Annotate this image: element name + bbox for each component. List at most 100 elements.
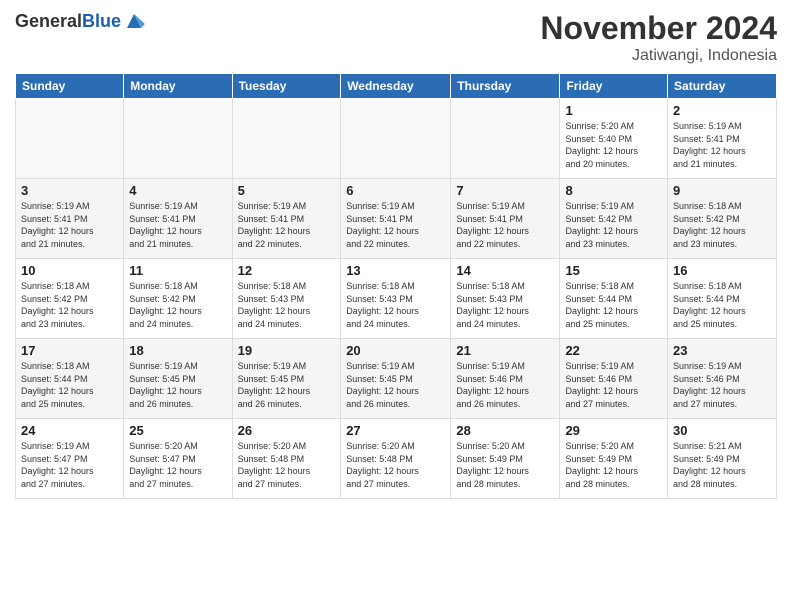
- day-number: 12: [238, 263, 336, 278]
- calendar-cell: 3 Sunrise: 5:19 AM Sunset: 5:41 PM Daylig…: [16, 179, 124, 259]
- calendar-cell: 30 Sunrise: 5:21 AM Sunset: 5:49 PM Dayli…: [668, 419, 777, 499]
- calendar-cell: 22 Sunrise: 5:19 AM Sunset: 5:46 PM Dayli…: [560, 339, 668, 419]
- day-info: Sunrise: 5:18 AM Sunset: 5:44 PM Dayligh…: [673, 280, 771, 330]
- day-number: 8: [565, 183, 662, 198]
- col-thursday: Thursday: [451, 74, 560, 99]
- day-info: Sunrise: 5:18 AM Sunset: 5:44 PM Dayligh…: [21, 360, 118, 410]
- day-info: Sunrise: 5:19 AM Sunset: 5:47 PM Dayligh…: [21, 440, 118, 490]
- day-number: 4: [129, 183, 226, 198]
- calendar-cell: 1Sunrise: 5:20 AM Sunset: 5:40 PM Daylig…: [560, 99, 668, 179]
- calendar-cell: 23 Sunrise: 5:19 AM Sunset: 5:46 PM Dayli…: [668, 339, 777, 419]
- title-section: November 2024 Jatiwangi, Indonesia: [540, 10, 777, 65]
- day-number: 16: [673, 263, 771, 278]
- day-info: Sunrise: 5:19 AM Sunset: 5:46 PM Dayligh…: [565, 360, 662, 410]
- calendar-cell: 17 Sunrise: 5:18 AM Sunset: 5:44 PM Dayli…: [16, 339, 124, 419]
- day-info: Sunrise: 5:20 AM Sunset: 5:49 PM Dayligh…: [565, 440, 662, 490]
- calendar-cell: 7 Sunrise: 5:19 AM Sunset: 5:41 PM Daylig…: [451, 179, 560, 259]
- day-number: 17: [21, 343, 118, 358]
- day-number: 30: [673, 423, 771, 438]
- day-number: 22: [565, 343, 662, 358]
- day-number: 19: [238, 343, 336, 358]
- day-number: 1: [565, 103, 662, 118]
- col-saturday: Saturday: [668, 74, 777, 99]
- calendar-cell: 11 Sunrise: 5:18 AM Sunset: 5:42 PM Dayli…: [124, 259, 232, 339]
- day-number: 21: [456, 343, 554, 358]
- day-number: 14: [456, 263, 554, 278]
- day-info: Sunrise: 5:19 AM Sunset: 5:41 PM Dayligh…: [673, 120, 771, 170]
- calendar-cell: [232, 99, 341, 179]
- calendar-cell: 15Sunrise: 5:18 AM Sunset: 5:44 PM Dayli…: [560, 259, 668, 339]
- day-info: Sunrise: 5:18 AM Sunset: 5:42 PM Dayligh…: [21, 280, 118, 330]
- day-number: 7: [456, 183, 554, 198]
- calendar-cell: 8 Sunrise: 5:19 AM Sunset: 5:42 PM Daylig…: [560, 179, 668, 259]
- day-info: Sunrise: 5:19 AM Sunset: 5:46 PM Dayligh…: [673, 360, 771, 410]
- calendar-cell: 4Sunrise: 5:19 AM Sunset: 5:41 PM Daylig…: [124, 179, 232, 259]
- day-info: Sunrise: 5:19 AM Sunset: 5:45 PM Dayligh…: [238, 360, 336, 410]
- day-info: Sunrise: 5:19 AM Sunset: 5:41 PM Dayligh…: [456, 200, 554, 250]
- logo: GeneralBlue: [15, 10, 145, 32]
- calendar-week-row: 10Sunrise: 5:18 AM Sunset: 5:42 PM Dayli…: [16, 259, 777, 339]
- day-number: 3: [21, 183, 118, 198]
- page-container: GeneralBlue November 2024 Jatiwangi, Ind…: [0, 0, 792, 509]
- day-info: Sunrise: 5:20 AM Sunset: 5:48 PM Dayligh…: [238, 440, 336, 490]
- calendar-cell: 13 Sunrise: 5:18 AM Sunset: 5:43 PM Dayli…: [341, 259, 451, 339]
- calendar-cell: 28 Sunrise: 5:20 AM Sunset: 5:49 PM Dayli…: [451, 419, 560, 499]
- day-info: Sunrise: 5:18 AM Sunset: 5:42 PM Dayligh…: [129, 280, 226, 330]
- day-info: Sunrise: 5:19 AM Sunset: 5:45 PM Dayligh…: [346, 360, 445, 410]
- calendar-cell: 25 Sunrise: 5:20 AM Sunset: 5:47 PM Dayli…: [124, 419, 232, 499]
- calendar-week-row: 3 Sunrise: 5:19 AM Sunset: 5:41 PM Daylig…: [16, 179, 777, 259]
- day-info: Sunrise: 5:19 AM Sunset: 5:42 PM Dayligh…: [565, 200, 662, 250]
- calendar-cell: 24 Sunrise: 5:19 AM Sunset: 5:47 PM Dayli…: [16, 419, 124, 499]
- day-number: 6: [346, 183, 445, 198]
- calendar-cell: 26 Sunrise: 5:20 AM Sunset: 5:48 PM Dayli…: [232, 419, 341, 499]
- day-info: Sunrise: 5:19 AM Sunset: 5:41 PM Dayligh…: [238, 200, 336, 250]
- day-number: 25: [129, 423, 226, 438]
- day-info: Sunrise: 5:20 AM Sunset: 5:47 PM Dayligh…: [129, 440, 226, 490]
- calendar-cell: 19 Sunrise: 5:19 AM Sunset: 5:45 PM Dayli…: [232, 339, 341, 419]
- calendar-week-row: 24 Sunrise: 5:19 AM Sunset: 5:47 PM Dayli…: [16, 419, 777, 499]
- col-monday: Monday: [124, 74, 232, 99]
- page-header: GeneralBlue November 2024 Jatiwangi, Ind…: [15, 10, 777, 65]
- day-info: Sunrise: 5:18 AM Sunset: 5:42 PM Dayligh…: [673, 200, 771, 250]
- calendar-cell: 18 Sunrise: 5:19 AM Sunset: 5:45 PM Dayli…: [124, 339, 232, 419]
- day-info: Sunrise: 5:19 AM Sunset: 5:41 PM Dayligh…: [21, 200, 118, 250]
- day-number: 26: [238, 423, 336, 438]
- calendar-cell: 12 Sunrise: 5:18 AM Sunset: 5:43 PM Dayli…: [232, 259, 341, 339]
- day-info: Sunrise: 5:18 AM Sunset: 5:43 PM Dayligh…: [238, 280, 336, 330]
- calendar-table: Sunday Monday Tuesday Wednesday Thursday…: [15, 73, 777, 499]
- month-title: November 2024: [540, 10, 777, 47]
- day-info: Sunrise: 5:19 AM Sunset: 5:41 PM Dayligh…: [346, 200, 445, 250]
- day-number: 18: [129, 343, 226, 358]
- calendar-header-row: Sunday Monday Tuesday Wednesday Thursday…: [16, 74, 777, 99]
- col-sunday: Sunday: [16, 74, 124, 99]
- calendar-cell: 21Sunrise: 5:19 AM Sunset: 5:46 PM Dayli…: [451, 339, 560, 419]
- calendar-cell: [124, 99, 232, 179]
- calendar-week-row: 1Sunrise: 5:20 AM Sunset: 5:40 PM Daylig…: [16, 99, 777, 179]
- logo-icon: [123, 10, 145, 32]
- calendar-cell: 14 Sunrise: 5:18 AM Sunset: 5:43 PM Dayli…: [451, 259, 560, 339]
- day-number: 28: [456, 423, 554, 438]
- calendar-cell: 2 Sunrise: 5:19 AM Sunset: 5:41 PM Daylig…: [668, 99, 777, 179]
- day-number: 15: [565, 263, 662, 278]
- day-info: Sunrise: 5:18 AM Sunset: 5:43 PM Dayligh…: [456, 280, 554, 330]
- location: Jatiwangi, Indonesia: [540, 47, 777, 65]
- day-number: 20: [346, 343, 445, 358]
- day-info: Sunrise: 5:20 AM Sunset: 5:49 PM Dayligh…: [456, 440, 554, 490]
- day-number: 23: [673, 343, 771, 358]
- day-number: 24: [21, 423, 118, 438]
- day-number: 2: [673, 103, 771, 118]
- calendar-cell: 6 Sunrise: 5:19 AM Sunset: 5:41 PM Daylig…: [341, 179, 451, 259]
- col-friday: Friday: [560, 74, 668, 99]
- day-number: 13: [346, 263, 445, 278]
- day-info: Sunrise: 5:20 AM Sunset: 5:48 PM Dayligh…: [346, 440, 445, 490]
- logo-general-text: GeneralBlue: [15, 11, 121, 32]
- day-info: Sunrise: 5:18 AM Sunset: 5:43 PM Dayligh…: [346, 280, 445, 330]
- day-number: 9: [673, 183, 771, 198]
- day-number: 11: [129, 263, 226, 278]
- day-info: Sunrise: 5:19 AM Sunset: 5:45 PM Dayligh…: [129, 360, 226, 410]
- col-wednesday: Wednesday: [341, 74, 451, 99]
- calendar-cell: [16, 99, 124, 179]
- day-info: Sunrise: 5:21 AM Sunset: 5:49 PM Dayligh…: [673, 440, 771, 490]
- calendar-week-row: 17 Sunrise: 5:18 AM Sunset: 5:44 PM Dayli…: [16, 339, 777, 419]
- calendar-cell: 5Sunrise: 5:19 AM Sunset: 5:41 PM Daylig…: [232, 179, 341, 259]
